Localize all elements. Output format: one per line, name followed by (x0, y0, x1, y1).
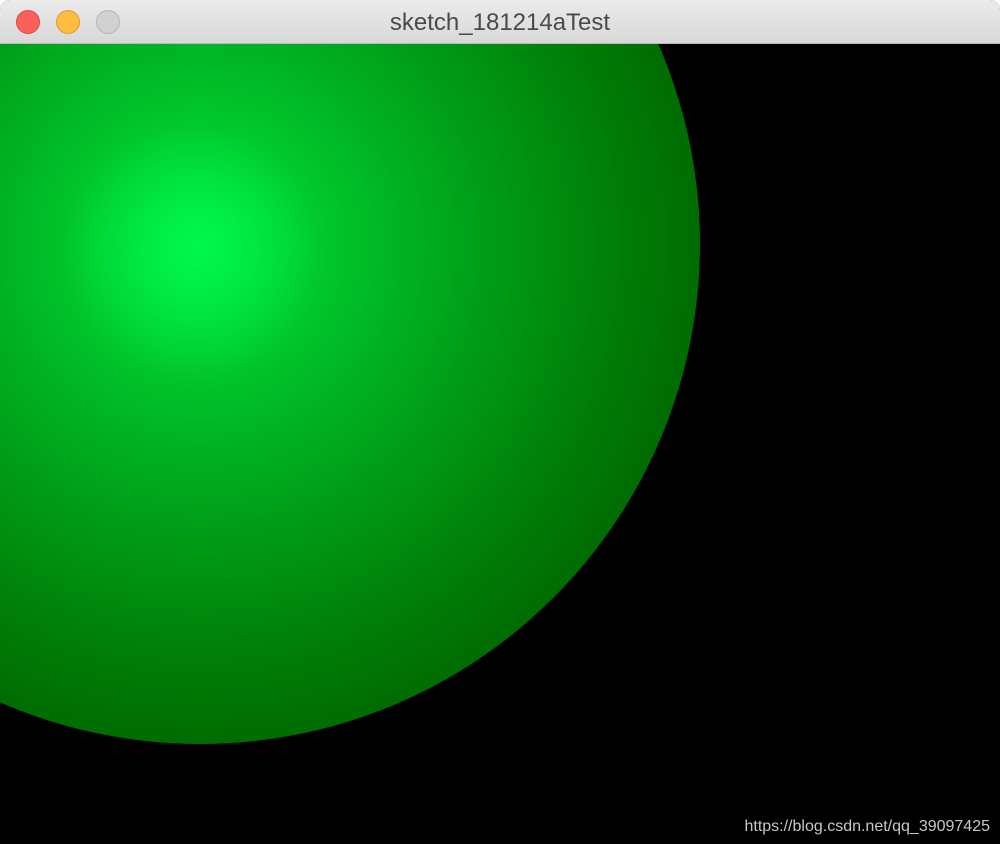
window-title: sketch_181214aTest (389, 9, 611, 36)
sphere-highlight (0, 44, 700, 744)
app-window: sketch_181214aTest https://blog.csdn.net… (0, 0, 1000, 844)
title-bar[interactable]: sketch_181214aTest (0, 0, 1000, 44)
watermark-url: https://blog.csdn.net/qq_39097425 (744, 818, 990, 835)
sketch-canvas[interactable]: https://blog.csdn.net/qq_39097425 (0, 44, 1000, 844)
